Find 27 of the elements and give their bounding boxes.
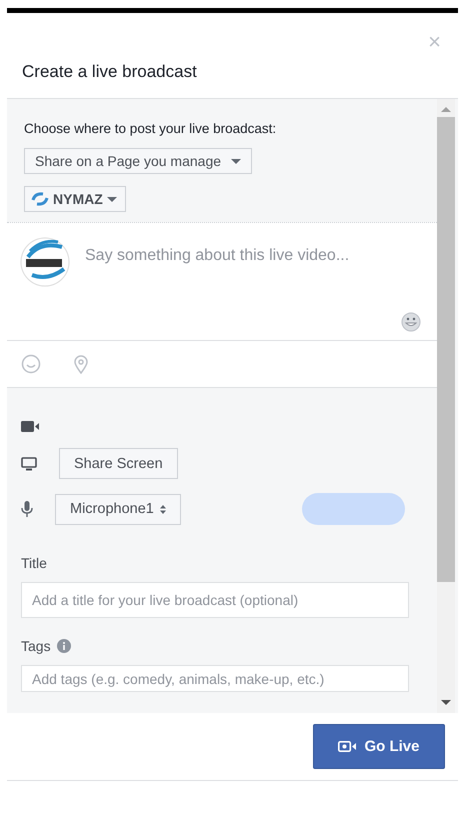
- title-label: Title: [21, 555, 48, 571]
- title-input[interactable]: Add a title for your live broadcast (optional): [21, 582, 409, 618]
- tags-label: Tags: [21, 638, 51, 654]
- microphone-select[interactable]: Microphone1: [55, 494, 181, 524]
- go-live-button[interactable]: Go Live: [313, 724, 445, 769]
- monitor-icon: [21, 456, 37, 470]
- scroll-up-arrow[interactable]: [441, 107, 451, 112]
- page-avatar: [20, 237, 70, 287]
- location-pin-icon[interactable]: [74, 354, 88, 374]
- page-selector[interactable]: NYMAZ: [24, 186, 126, 212]
- scrollbar-thumb[interactable]: [437, 117, 455, 582]
- video-camera-icon: [21, 420, 39, 432]
- status-input[interactable]: Say something about this live video...: [85, 247, 405, 265]
- video-camera-icon: [338, 741, 356, 752]
- tags-input[interactable]: Add tags (e.g. comedy, animals, make-up, etc.): [21, 665, 409, 692]
- smiley-icon[interactable]: [21, 354, 41, 374]
- updown-caret-icon: [160, 504, 166, 514]
- share-dropdown[interactable]: Share on a Page you manage: [24, 148, 252, 174]
- info-icon[interactable]: [56, 639, 71, 653]
- post-target-label: Choose where to post your live broadcast:: [24, 121, 276, 136]
- dialog-title: Create a live broadcast: [22, 62, 197, 82]
- share-screen-button[interactable]: Share Screen: [59, 448, 178, 479]
- scroll-down-arrow[interactable]: [441, 700, 451, 705]
- pill-button[interactable]: [302, 493, 405, 525]
- microphone-icon: [21, 501, 33, 517]
- smiley-icon[interactable]: [401, 312, 421, 332]
- logo-icon: [31, 192, 49, 206]
